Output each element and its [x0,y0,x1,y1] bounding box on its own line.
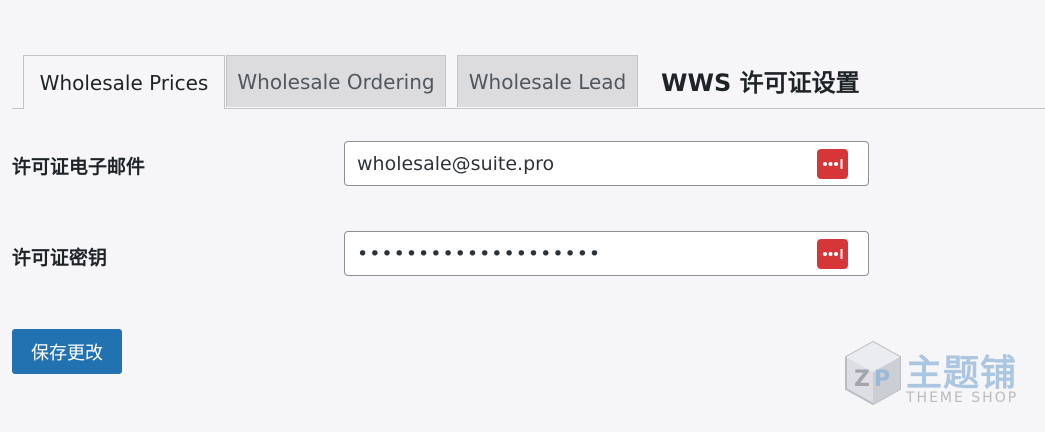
svg-text:P: P [874,367,890,392]
dots-icon [822,249,842,259]
theme-shop-watermark: Z P 主题铺 THEME SHOP [842,338,1032,410]
tab-wholesale-lead[interactable]: Wholesale Lead [457,55,638,107]
dots-icon [822,159,842,169]
tab-label: Wholesale Prices [39,70,209,95]
svg-text:Z: Z [854,367,870,392]
tab-wholesale-ordering[interactable]: Wholesale Ordering [226,55,446,107]
license-key-label: 许可证密钥 [12,247,108,269]
watermark-en-text: THEME SHOP [906,390,1019,406]
license-email-label: 许可证电子邮件 [12,156,146,178]
save-changes-button[interactable]: 保存更改 [12,329,122,374]
tab-wholesale-prices[interactable]: Wholesale Prices [23,55,225,109]
watermark-cn-text: 主题铺 [906,353,1018,394]
section-title: WWS 许可证设置 [661,69,860,97]
license-key-field [344,231,869,276]
license-email-input[interactable] [345,142,805,185]
settings-tabs: Wholesale Prices Wholesale Ordering Whol… [12,55,1045,109]
tab-label: Wholesale Ordering [237,69,435,94]
password-manager-icon[interactable] [817,149,848,179]
tab-label: Wholesale Lead [468,69,627,94]
cube-logo-icon: Z P [845,340,901,406]
license-key-input[interactable] [345,232,805,275]
license-email-field [344,141,869,186]
password-manager-icon[interactable] [817,239,848,269]
